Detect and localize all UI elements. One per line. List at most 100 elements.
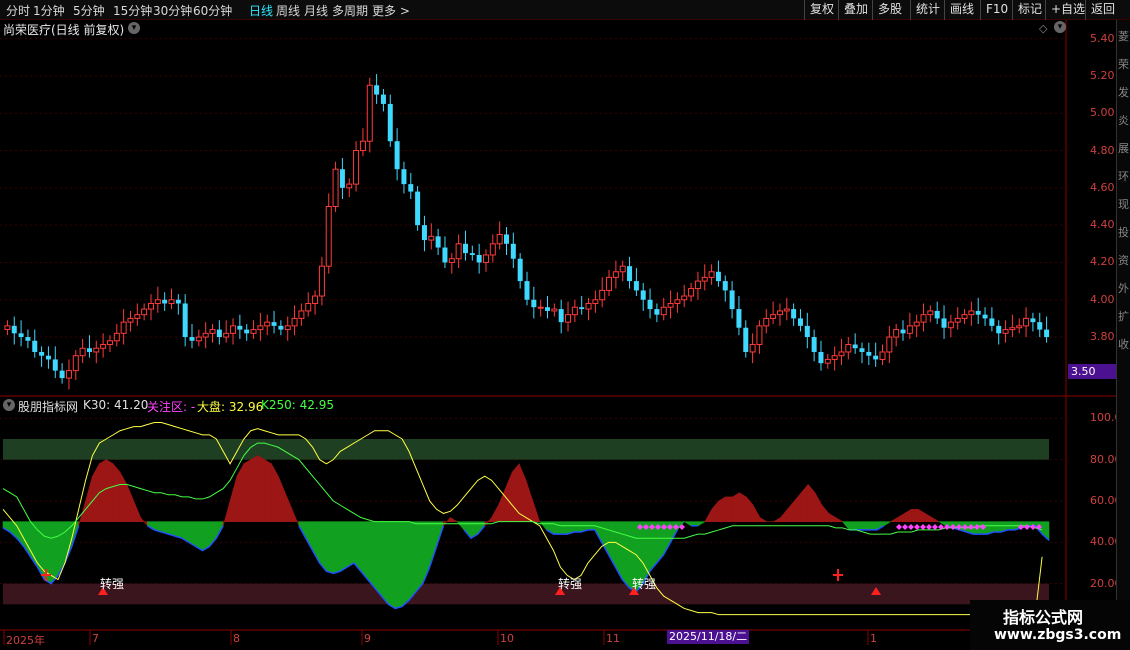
k30-area-segment [133, 500, 141, 522]
candle-body-up [694, 280, 701, 290]
candle-body-up [284, 325, 291, 331]
k30-area-segment [388, 521, 396, 609]
k30-area-segment [573, 521, 582, 533]
candle-body-up [134, 314, 141, 319]
candle-body-down [1037, 322, 1043, 330]
k30-area-segment [50, 521, 59, 585]
candle-body-up [318, 265, 325, 297]
candle-body-down [1030, 318, 1036, 323]
candle-body-down [804, 325, 810, 338]
diamond-icon[interactable]: ◇ [1039, 22, 1047, 35]
candle-body-down [476, 254, 482, 263]
legend-item-1: 关注区: - [147, 400, 196, 414]
k30-area-segment [250, 455, 258, 522]
candle-body-up [893, 329, 900, 338]
k30-area-segment [339, 521, 348, 572]
settings-icon[interactable]: ▾ [1054, 21, 1066, 33]
candle-body-down [517, 258, 523, 282]
candle-body-up [920, 314, 927, 323]
candle-body-up [202, 332, 209, 338]
sidebar-char: 环 [1118, 170, 1129, 183]
candle-body-up [783, 308, 790, 312]
candle-body-up [845, 344, 852, 353]
date-label: 9 [364, 632, 371, 645]
candle-body-up [455, 243, 462, 260]
k30-area-segment [401, 521, 410, 608]
candle-body-up [482, 254, 489, 263]
legend-item-3: K250: 42.95 [261, 398, 334, 412]
k30-area-segment [683, 521, 692, 527]
k30-area-segment [408, 521, 417, 602]
candle-body-up [660, 306, 667, 316]
k30-area-segment [491, 503, 499, 522]
k30-area-segment [787, 500, 795, 522]
k30-area-segment [429, 521, 437, 568]
k30-area-segment [284, 492, 293, 522]
indicator-collapse-icon[interactable]: ▾ [3, 399, 15, 411]
candle-body-up [141, 308, 148, 316]
candle-body-down [975, 310, 981, 315]
candle-body-up [65, 370, 72, 379]
candle-body-up [968, 310, 975, 316]
k30-area-segment [105, 459, 114, 522]
candle-body-up [551, 308, 558, 312]
candle-body-down [175, 299, 181, 304]
date-cursor-tag: 2025/11/18/二 [667, 630, 750, 644]
legend-item-2: 大盘: 32.96 [197, 400, 264, 414]
candle-body-down [162, 299, 168, 304]
candle-body-down [339, 169, 345, 188]
candle-body-up [749, 344, 756, 353]
candle-body-down [866, 351, 872, 356]
candle-body-up [346, 183, 353, 189]
candle-body-up [831, 355, 838, 360]
date-label: 8 [233, 632, 240, 645]
k30-area-segment [718, 496, 726, 522]
k30-area-segment [772, 517, 781, 522]
title-dropdown-icon[interactable]: ▾ [128, 22, 140, 34]
candle-body-up [209, 329, 216, 334]
k30-area-segment [450, 517, 459, 522]
candle-body-up [113, 332, 120, 342]
candle-body-down [524, 281, 530, 300]
legend-item-0: K30: 41.20 [83, 398, 149, 412]
candle-body-up [489, 243, 496, 256]
candle-body-down [811, 337, 817, 352]
k30-area-segment [560, 521, 568, 535]
k30-area-segment [697, 521, 707, 527]
candle-body-down [900, 329, 906, 334]
candle-body-down [531, 299, 537, 308]
k30-area-segment [229, 476, 238, 522]
candle-body-down [11, 325, 17, 334]
k30-area-segment [57, 521, 66, 577]
candle-body-down [627, 266, 633, 282]
date-label: 2025年 [6, 634, 45, 647]
k30-area-segment [511, 462, 520, 522]
candle-body-down [401, 169, 407, 185]
indicator-name[interactable]: 股朋指标网 [18, 398, 78, 415]
candle-body-up [264, 321, 271, 327]
k30-area-segment [367, 521, 375, 589]
candle-body-up [886, 336, 893, 353]
k30-area-segment [112, 462, 121, 522]
candle-body-down [59, 370, 65, 379]
chart-title: 尚荣医疗(日线 前复权) [3, 23, 125, 37]
candle-body-down [189, 337, 195, 341]
candlestick-chart[interactable] [0, 0, 1130, 650]
candle-body-down [271, 322, 277, 326]
candle-body-down [244, 329, 250, 334]
k30-area-segment [752, 503, 761, 522]
date-label: 10 [500, 632, 514, 645]
candle-body-down [86, 348, 92, 352]
candle-body-down [415, 191, 421, 226]
candle-body-up [312, 295, 319, 304]
k30-area-segment [897, 512, 905, 522]
candle-body-down [989, 318, 995, 326]
k30-area-segment [326, 521, 334, 574]
low-zone-band [3, 583, 1049, 605]
candle-body-up [298, 310, 305, 319]
candle-body-up [756, 325, 763, 346]
candle-body-up [1002, 329, 1009, 334]
candle-body-down [394, 141, 400, 170]
candle-body-up [154, 299, 161, 304]
candle-body-up [776, 310, 783, 316]
